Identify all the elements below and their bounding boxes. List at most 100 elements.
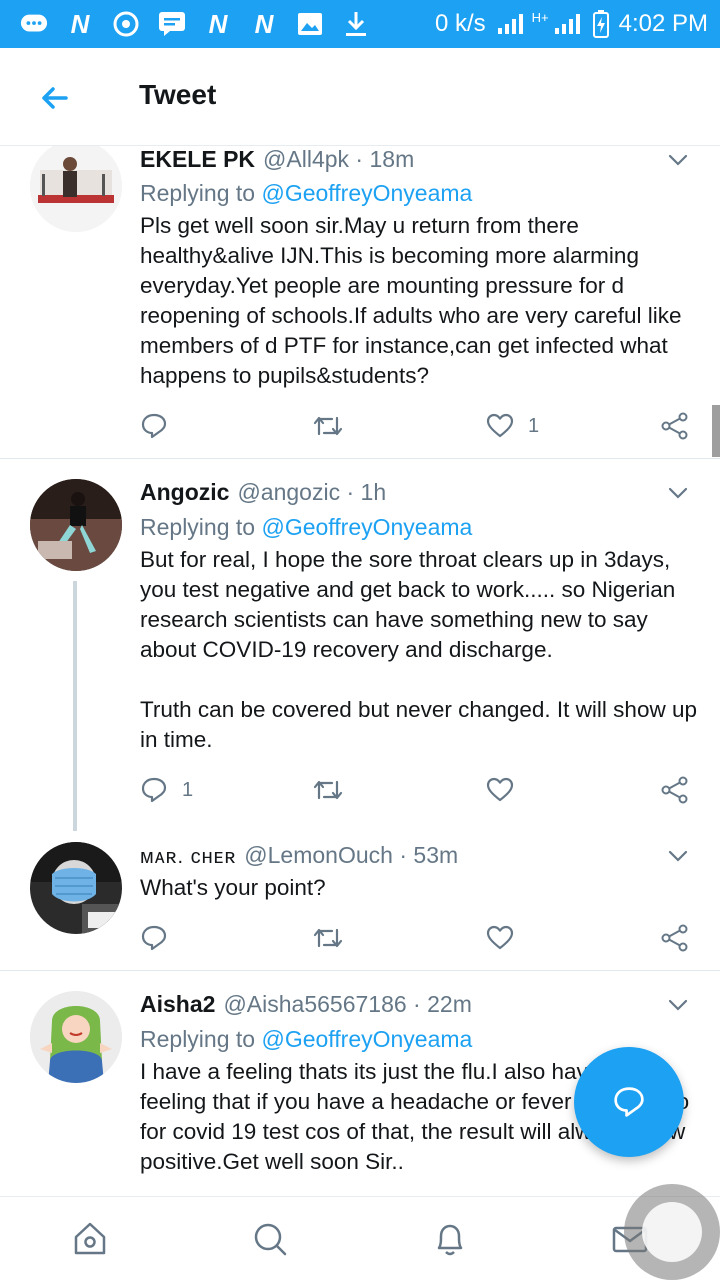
replying-prefix: Replying to bbox=[140, 514, 262, 540]
display-name[interactable]: ᴍᴀʀ. ᴄʜᴇʀ bbox=[140, 846, 236, 868]
tweet-header: Aisha2 @Aisha56567186 · 22m bbox=[140, 991, 472, 1018]
thread-connector bbox=[73, 581, 77, 831]
nav-search[interactable] bbox=[250, 1219, 290, 1259]
chrome-icon bbox=[112, 10, 140, 38]
separator: · bbox=[399, 842, 408, 868]
avatar[interactable] bbox=[30, 842, 122, 934]
app-header: Tweet bbox=[0, 48, 720, 146]
share-button[interactable] bbox=[660, 775, 690, 805]
reply-icon bbox=[141, 777, 167, 803]
chevron-down-icon[interactable] bbox=[666, 993, 690, 1017]
reply-feed[interactable]: EKELE PK @All4pk · 18m Replying to @Geoff… bbox=[0, 146, 720, 1196]
tweet-item[interactable]: Angozic @angozic · 1h Replying to @Geoffr… bbox=[0, 459, 720, 831]
search-icon bbox=[254, 1223, 287, 1256]
status-bar: N N N 0 k/s H+ 4:02 PM bbox=[0, 0, 720, 48]
compose-reply-icon bbox=[614, 1087, 644, 1117]
clock: 4:02 PM bbox=[618, 10, 708, 37]
retweet-icon bbox=[313, 416, 343, 436]
share-button[interactable] bbox=[660, 923, 690, 953]
retweet-button[interactable] bbox=[312, 923, 358, 953]
replying-to: Replying to @GeoffreyOnyeama bbox=[140, 1026, 472, 1053]
separator: · bbox=[346, 479, 355, 505]
tweet-item[interactable]: EKELE PK @All4pk · 18m Replying to @Geoff… bbox=[0, 146, 720, 458]
signal-icon bbox=[497, 14, 523, 34]
retweet-icon bbox=[313, 928, 343, 948]
mention-link[interactable]: @GeoffreyOnyeama bbox=[261, 180, 472, 206]
chat-notification-icon bbox=[20, 10, 48, 38]
share-icon bbox=[661, 412, 688, 440]
compose-reply-button[interactable] bbox=[574, 1047, 684, 1157]
like-button[interactable]: 1 bbox=[486, 411, 539, 441]
back-button[interactable] bbox=[36, 80, 72, 116]
tweet-item[interactable]: ᴍᴀʀ. ᴄʜᴇʀ @LemonOuch · 53m What's your po… bbox=[0, 836, 720, 970]
like-count: 1 bbox=[528, 414, 540, 437]
scrollbar-thumb[interactable] bbox=[712, 405, 720, 457]
replying-prefix: Replying to bbox=[140, 180, 262, 206]
tweet-text: What's your point? bbox=[140, 875, 326, 900]
share-icon bbox=[661, 776, 688, 804]
timestamp: 1h bbox=[360, 479, 387, 505]
retweet-button[interactable] bbox=[312, 775, 358, 805]
chevron-down-icon[interactable] bbox=[666, 481, 690, 505]
share-button[interactable] bbox=[660, 411, 690, 441]
page-title: Tweet bbox=[139, 79, 217, 110]
avatar[interactable] bbox=[30, 991, 122, 1083]
mention-link[interactable]: @GeoffreyOnyeama bbox=[261, 514, 472, 540]
avatar[interactable] bbox=[30, 146, 122, 232]
download-icon bbox=[342, 10, 370, 38]
reply-button[interactable] bbox=[140, 411, 182, 441]
network-type: H+ bbox=[531, 9, 549, 25]
tweet-header: EKELE PK @All4pk · 18m bbox=[140, 146, 414, 173]
like-button[interactable] bbox=[486, 775, 528, 805]
display-name[interactable]: Angozic bbox=[140, 479, 229, 505]
handle[interactable]: @LemonOuch bbox=[244, 842, 393, 868]
timestamp: 18m bbox=[369, 146, 415, 172]
heart-icon bbox=[486, 925, 514, 950]
replying-to: Replying to @GeoffreyOnyeama bbox=[140, 180, 472, 207]
battery-charging-icon bbox=[592, 10, 609, 38]
n-app-icon-2: N bbox=[208, 8, 228, 39]
nav-notifications[interactable] bbox=[430, 1219, 470, 1259]
replying-to: Replying to @GeoffreyOnyeama bbox=[140, 514, 472, 541]
retweet-icon bbox=[313, 780, 343, 800]
timestamp: 53m bbox=[413, 842, 459, 868]
display-name[interactable]: EKELE PK bbox=[140, 146, 255, 172]
heart-icon bbox=[486, 777, 514, 802]
mention-link[interactable]: @GeoffreyOnyeama bbox=[261, 1026, 472, 1052]
like-button[interactable] bbox=[486, 923, 528, 953]
reply-count: 1 bbox=[182, 778, 194, 801]
replying-prefix: Replying to bbox=[140, 1026, 262, 1052]
reply-icon bbox=[141, 925, 167, 951]
reply-button[interactable]: 1 bbox=[140, 775, 193, 805]
timestamp: 22m bbox=[427, 991, 472, 1017]
share-icon bbox=[661, 924, 688, 952]
bottom-navigation bbox=[0, 1196, 720, 1280]
tweet-actions: 1 bbox=[140, 411, 700, 441]
separator: · bbox=[413, 991, 421, 1017]
signal-icon-2 bbox=[554, 14, 580, 34]
tweet-actions: 1 bbox=[140, 775, 700, 805]
tweet-actions bbox=[140, 923, 700, 953]
data-speed: 0 k/s bbox=[434, 10, 486, 37]
chevron-down-icon[interactable] bbox=[666, 844, 690, 868]
handle[interactable]: @All4pk bbox=[263, 146, 349, 172]
tweet-text: Pls get well soon sir.May u return from … bbox=[140, 213, 688, 388]
arrow-left-icon bbox=[42, 87, 68, 109]
retweet-button[interactable] bbox=[312, 411, 358, 441]
display-name[interactable]: Aisha2 bbox=[140, 991, 215, 1017]
chevron-down-icon[interactable] bbox=[666, 148, 690, 172]
heart-icon bbox=[486, 413, 514, 438]
handle[interactable]: @Aisha56567186 bbox=[223, 991, 406, 1017]
n-app-icon: N bbox=[70, 8, 90, 39]
tweet-header: Angozic @angozic · 1h bbox=[140, 479, 386, 506]
n-app-icon-3: N bbox=[254, 8, 274, 39]
reply-button[interactable] bbox=[140, 923, 182, 953]
image-icon bbox=[296, 10, 324, 38]
avatar[interactable] bbox=[30, 479, 122, 571]
tweet-header: ᴍᴀʀ. ᴄʜᴇʀ @LemonOuch · 53m bbox=[140, 842, 458, 869]
reply-icon bbox=[141, 413, 167, 439]
nav-home[interactable] bbox=[70, 1219, 110, 1259]
tweet-text: But for real, I hope the sore throat cle… bbox=[140, 547, 697, 752]
assistive-touch-button[interactable] bbox=[624, 1184, 720, 1280]
handle[interactable]: @angozic bbox=[237, 479, 340, 505]
